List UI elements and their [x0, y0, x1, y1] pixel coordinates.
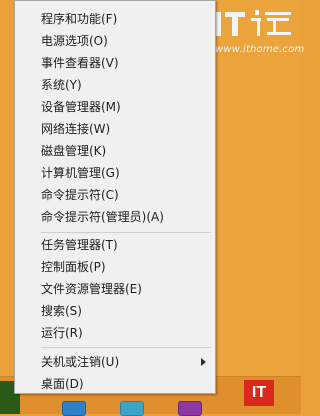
file-explorer-taskbar-icon[interactable] [62, 401, 86, 416]
ithome-watermark: www.ithome.com [211, 4, 304, 60]
menu-item-event-viewer[interactable]: 事件查看器(V) [41, 53, 211, 74]
watermark-url: www.ithome.com [215, 44, 305, 55]
menu-item-control-panel[interactable]: 控制面板(P) [41, 257, 211, 278]
menu-item-network-connections[interactable]: 网络连接(W) [41, 119, 211, 140]
menu-item-file-explorer[interactable]: 文件资源管理器(E) [41, 279, 211, 300]
it-badge-icon: IT [244, 380, 274, 406]
menu-item-device-manager[interactable]: 设备管理器(M) [41, 97, 211, 118]
ithome-logo-icon [215, 10, 291, 36]
menu-item-search[interactable]: 搜索(S) [41, 301, 211, 322]
menu-item-run[interactable]: 运行(R) [41, 323, 211, 344]
menu-item-programs-features[interactable]: 程序和功能(F) [41, 9, 211, 30]
app-taskbar-icon[interactable] [178, 401, 202, 416]
menu-item-disk-management[interactable]: 磁盘管理(K) [41, 141, 211, 162]
menu-item-power-options[interactable]: 电源选项(O) [41, 31, 211, 52]
winx-context-menu: 程序和功能(F) 电源选项(O) 事件查看器(V) 系统(Y) 设备管理器(M)… [14, 0, 216, 394]
menu-item-shutdown-signout[interactable]: 关机或注销(U) [41, 352, 211, 373]
menu-item-computer-management[interactable]: 计算机管理(G) [41, 163, 211, 184]
submenu-arrow-icon [201, 358, 206, 366]
menu-item-task-manager[interactable]: 任务管理器(T) [41, 235, 211, 256]
store-taskbar-icon[interactable] [120, 401, 144, 416]
menu-item-command-prompt-admin[interactable]: 命令提示符(管理员)(A) [41, 207, 211, 228]
menu-item-system[interactable]: 系统(Y) [41, 75, 211, 96]
menu-item-command-prompt[interactable]: 命令提示符(C) [41, 185, 211, 206]
menu-item-desktop[interactable]: 桌面(D) [41, 374, 211, 395]
menu-separator [41, 232, 211, 233]
menu-separator [41, 347, 211, 348]
